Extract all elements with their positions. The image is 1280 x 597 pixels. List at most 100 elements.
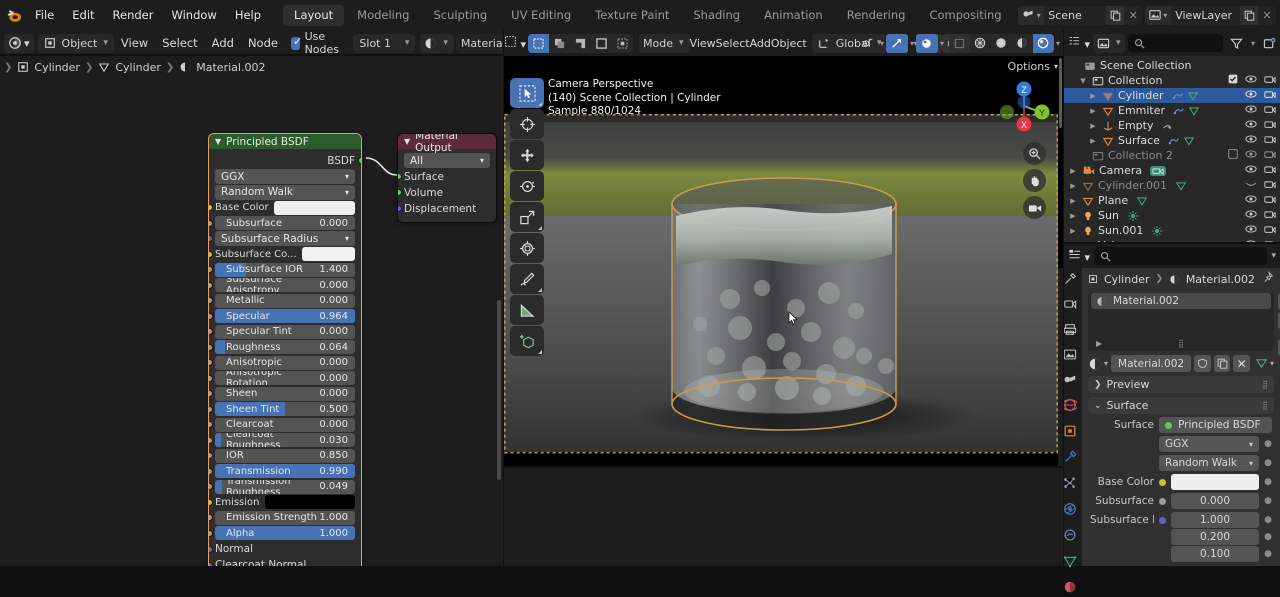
property-distribution[interactable]: GGX ▾ ● [1090,436,1272,452]
rotate-tool[interactable] [510,171,544,201]
socket-transmission[interactable] [209,467,213,475]
roughness-slider[interactable]: Roughness 0.064 [215,340,355,354]
duplicate-icon[interactable] [1213,355,1231,372]
breadcrumb-object[interactable]: Cylinder [34,61,80,74]
workspace-tab-rendering[interactable]: Rendering [836,5,917,26]
breadcrumb-mesh[interactable]: Cylinder [115,61,161,74]
material-slot-selector[interactable]: Slot 1 ▾ [353,33,416,53]
properties-search-input[interactable] [1094,247,1268,265]
outliner-row-sun-001[interactable]: ▶ Sun.001 [1064,223,1280,238]
subsurface-color-swatch[interactable] [301,247,355,261]
eye-icon[interactable] [1245,224,1257,237]
node-editor-scrollbar[interactable] [497,300,501,480]
outliner-row-plane[interactable]: ▶ Plane [1064,193,1280,208]
outliner-row-collection[interactable]: ▼ Collection [1064,73,1280,88]
xray-toggle-icon[interactable] [885,33,908,53]
viewport-menu-view[interactable]: View [690,37,716,50]
properties-breadcrumb-material[interactable]: Material.002 [1186,273,1255,286]
node-header[interactable]: ▼ Principled BSDF [209,134,361,149]
socket-alpha[interactable] [209,529,213,537]
node-input-surface[interactable]: Surface [398,169,490,184]
properties-editor-type-selector[interactable]: ▾ [1068,248,1090,264]
camera-render-icon[interactable] [1264,134,1276,147]
node-output-bsdf[interactable]: BSDF [215,153,361,168]
camera-render-icon[interactable] [1264,149,1276,162]
property-subsurface-radius-x[interactable]: Subsurface R... 1.000 ● [1090,512,1272,528]
eye-closed-icon[interactable] [1245,179,1257,192]
workspace-tab-texture-paint[interactable]: Texture Paint [584,5,680,26]
viewport-editor-type-selector[interactable]: ▾ [504,35,526,51]
node-input-volume[interactable]: Volume [398,185,490,200]
socket-surface[interactable] [398,173,402,180]
shading-mode-material-preview-icon[interactable] [991,34,1012,53]
socket-transmission-roughness[interactable] [209,483,213,490]
outliner-editor-type-selector[interactable]: ▾ [1068,35,1090,51]
property-subsurface-method[interactable]: Random Walk ▾ ● [1090,455,1272,471]
viewport-overlays-icon[interactable] [856,34,878,53]
render-tab[interactable] [1063,298,1077,314]
node-input-subsurface-color[interactable]: Subsurface Co... [209,247,355,261]
base-color-swatch[interactable] [273,200,355,215]
node-menu-view[interactable]: View [114,34,155,53]
material-tab[interactable] [1063,580,1077,597]
navigation-gizmo[interactable]: Z Y X [996,78,1052,134]
panel-grip[interactable]: ⣿ [1262,401,1268,410]
workspace-tab-modeling[interactable]: Modeling [346,5,420,26]
node-input-sheen-tint[interactable]: Sheen Tint 0.500 [209,402,355,416]
constraint-tab[interactable] [1063,528,1077,545]
socket-subsurface-color[interactable] [209,250,213,258]
node-menu-select[interactable]: Select [155,34,204,53]
socket-clearcoat[interactable] [209,421,213,428]
subsurface-ior-slider[interactable]: Subsurface IOR 1.400 [215,262,355,277]
viewport-menu-object[interactable]: Object [771,37,807,50]
animate-property-icon[interactable]: ● [1264,477,1272,487]
node-input-sheen[interactable]: Sheen 0.000 [209,386,355,401]
chevron-right-icon[interactable]: ▶ [1068,182,1078,190]
node-input-displacement[interactable]: Displacement [398,201,490,216]
material-slot-list[interactable]: Material.002 ▶ ⣿ + − ▾ [1088,293,1280,356]
node-input-metallic[interactable]: Metallic 0.000 [209,293,355,308]
chevron-right-icon[interactable]: ▶ [1068,212,1078,220]
timeline-editor[interactable] [504,468,1064,566]
node-menu-node[interactable]: Node [241,34,285,53]
yellow-socket-dot[interactable] [1159,478,1166,486]
eye-icon[interactable] [1245,74,1257,87]
select-set-icon[interactable] [528,33,550,53]
object-tab[interactable] [1063,424,1077,441]
workspace-tab-shading[interactable]: Shading [682,5,751,26]
shading-mode-rendered-icon[interactable] [1032,33,1054,53]
socket-specular[interactable] [209,312,213,320]
camera-render-icon[interactable] [1264,179,1276,192]
shading-mode-solid-icon[interactable] [970,34,991,53]
new-collection-icon[interactable] [1258,34,1280,53]
node-header[interactable]: ▼ Material Output [398,134,496,154]
outliner-display-mode-selector[interactable]: ▾ [1093,33,1125,53]
cursor-tool[interactable] [510,109,544,139]
chevron-right-icon[interactable]: ▶ [1068,197,1078,205]
outliner-row-cylinder[interactable]: ▶ Cylinder [1064,88,1280,103]
anisotropic-rotation-slider[interactable]: Anisotropic Rotation 0.000 [215,371,355,385]
socket-sheen[interactable] [209,390,213,397]
alpha-slider[interactable]: Alpha 1.000 [215,526,355,540]
list-resize-grip[interactable]: ▶ ⣿ [1088,337,1274,349]
target-select[interactable]: All ▾ [404,153,490,168]
outliner-row-surface[interactable]: ▶ Surface [1064,133,1280,148]
outliner-row-empty[interactable]: ▶ Empty [1064,118,1280,133]
eye-icon[interactable] [1245,164,1257,177]
checkbox-exclude[interactable] [1228,74,1238,87]
material-name-field[interactable]: Material.002 [1111,355,1192,372]
socket-metallic[interactable] [209,297,213,304]
animate-property-icon[interactable]: ● [1264,532,1272,542]
socket-normal[interactable] [209,545,213,553]
socket-anisotropic[interactable] [209,359,213,366]
subsurface-radius-z-field[interactable]: 0.100 [1171,546,1259,562]
socket-subsurface[interactable] [209,219,213,227]
outliner-row-cylinder-001[interactable]: ▶ Cylinder.001 [1064,178,1280,193]
clearcoat-slider[interactable]: Clearcoat 0.000 [215,417,355,432]
camera-render-icon[interactable] [1264,194,1276,207]
ior-slider[interactable]: IOR 0.850 [215,448,355,463]
transmission-roughness-slider[interactable]: Transmission Roughness 0.049 [215,479,355,494]
purple-socket-dot[interactable] [1159,516,1166,524]
emission-strength-slider[interactable]: Emission Strength 1.000 [215,510,355,525]
divider-horizontal-outliner[interactable] [1064,242,1280,244]
